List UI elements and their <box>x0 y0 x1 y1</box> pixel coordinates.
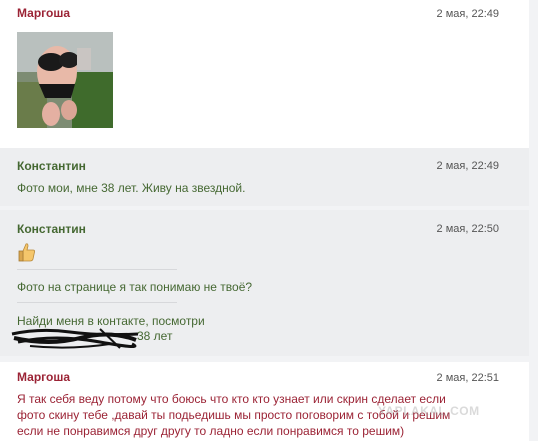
message-author[interactable]: Константин <box>17 159 86 173</box>
redaction-scribble <box>11 328 139 349</box>
message-author[interactable]: Маргоша <box>17 6 70 20</box>
message-author[interactable]: Константин <box>17 222 86 236</box>
message-2: Константин 2 мая, 22:49 Фото мои, мне 38… <box>0 148 529 206</box>
message-author[interactable]: Маргоша <box>17 370 70 384</box>
page-edge <box>529 0 538 441</box>
watermark: YAPLAKAL.COM <box>378 404 480 418</box>
message-time: 2 мая, 22:51 <box>436 372 499 384</box>
message-text: 38 лет <box>137 329 173 343</box>
thumbs-up-icon <box>18 242 36 267</box>
divider <box>17 269 177 270</box>
message-text: Фото на странице я так понимаю не твоё? <box>17 280 253 294</box>
message-text: если не понравимся друг другу то ладно е… <box>17 424 405 438</box>
message-1: Маргоша 2 мая, 22:49 <box>0 0 529 148</box>
message-4: Маргоша 2 мая, 22:51 Я так себя веду пот… <box>0 362 529 441</box>
photo-image <box>17 32 113 128</box>
message-time: 2 мая, 22:49 <box>436 160 499 172</box>
divider <box>17 302 177 303</box>
message-text: Фото мои, мне 38 лет. Живу на звездной. <box>17 181 246 195</box>
message-time: 2 мая, 22:49 <box>436 8 499 20</box>
message-time: 2 мая, 22:50 <box>436 223 499 235</box>
photo-attachment[interactable] <box>17 32 113 128</box>
